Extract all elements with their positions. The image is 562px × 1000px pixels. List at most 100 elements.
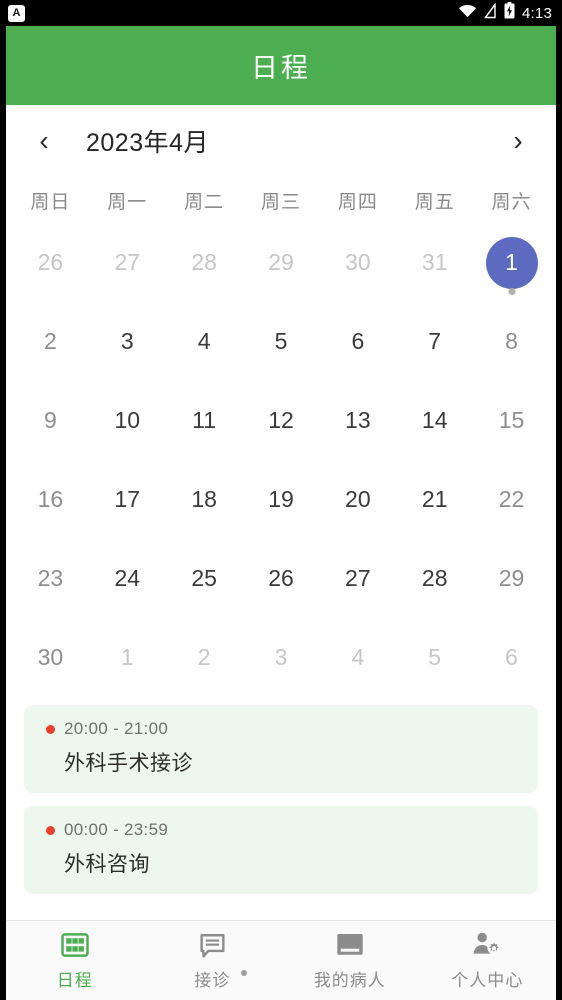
calendar-day-cell[interactable]: 30 (319, 223, 396, 302)
calendar-day-cell[interactable]: 18 (166, 460, 243, 539)
calendar-day-cell[interactable]: 6 (319, 302, 396, 381)
event-title: 外科手术接诊 (64, 752, 193, 775)
calendar-day-number: 6 (505, 644, 518, 670)
event-list: 20:00 - 21:00 外科手术接诊 00:00 - 23:59 外科咨询 (6, 697, 556, 920)
calendar-day-cell[interactable]: 14 (396, 381, 473, 460)
status-bar-right: 4:13 (458, 1, 552, 24)
weekday-label: 周六 (491, 191, 532, 213)
status-bar-clock: 4:13 (522, 4, 552, 22)
calendar-day-cell[interactable]: 28 (166, 223, 243, 302)
bottom-navigation: 日程 接诊 我的病人 个人中心 (6, 920, 556, 1000)
calendar-day-number: 30 (37, 644, 64, 670)
calendar-day-cell[interactable]: 4 (319, 618, 396, 697)
calendar-day-number: 3 (274, 644, 288, 670)
calendar-day-cell[interactable]: 20 (319, 460, 396, 539)
calendar-day-cell[interactable]: 9 (12, 381, 89, 460)
app-header: 日程 (6, 26, 556, 105)
calendar-day-cell[interactable]: 10 (89, 381, 166, 460)
calendar-day-number: 23 (37, 565, 64, 591)
app-notification-icon: A (8, 4, 25, 22)
nav-item-3[interactable]: 我的病人 (281, 921, 419, 1000)
calendar-day-cell[interactable]: 4 (166, 302, 243, 381)
calendar-day-cell[interactable]: 2 (166, 618, 243, 697)
calendar-day-number: 8 (505, 328, 518, 354)
calendar-day-cell[interactable]: 25 (166, 539, 243, 618)
calendar-day-number: 28 (191, 249, 217, 275)
calendar-day-cell[interactable]: 1 (89, 618, 166, 697)
event-status-dot-icon (46, 825, 55, 835)
calendar-day-cell[interactable]: 29 (243, 223, 320, 302)
calendar-day-cell[interactable]: 27 (319, 539, 396, 618)
page-title: 日程 (251, 53, 311, 83)
calendar-day-number: 15 (498, 407, 525, 433)
calendar-day-number: 18 (191, 486, 217, 512)
event-time: 20:00 - 21:00 (64, 719, 169, 738)
calendar-day-number: 29 (268, 249, 294, 275)
calendar-day-cell[interactable]: 1 (473, 223, 550, 302)
calendar-day-number: 3 (120, 328, 134, 354)
prev-month-button[interactable]: ‹ (24, 121, 64, 161)
calendar-day-cell[interactable]: 12 (243, 381, 320, 460)
nav-item-label: 接诊 (194, 971, 231, 990)
nav-item-label: 个人中心 (451, 971, 524, 990)
battery-charging-icon (504, 2, 515, 24)
calendar-day-cell[interactable]: 5 (243, 302, 320, 381)
calendar-day-number: 26 (268, 565, 294, 591)
calendar-day-number: 28 (421, 565, 448, 591)
calendar: ‹ 2023年4月 › 周日 周一 周二 周三 周四 周五 周六 26 27 28 29 30 31 1… (6, 105, 556, 697)
calendar-day-cell[interactable]: 23 (12, 539, 89, 618)
calendar-day-cell[interactable]: 11 (166, 381, 243, 460)
calendar-day-cell[interactable]: 28 (396, 539, 473, 618)
calendar-week-row: 9 10 11 12 13 14 15 (12, 381, 550, 460)
calendar-day-number: 1 (120, 644, 134, 670)
nav-item-2[interactable]: 接诊 (144, 921, 282, 1000)
event-status-dot-icon (46, 724, 55, 734)
calendar-day-cell[interactable]: 21 (396, 460, 473, 539)
calendar-day-cell[interactable]: 3 (89, 302, 166, 381)
weekday-label: 周二 (184, 191, 225, 213)
calendar-day-number: 7 (428, 328, 442, 354)
month-label: 2023年4月 (86, 129, 210, 157)
calendar-day-cell[interactable]: 26 (243, 539, 320, 618)
calendar-day-cell[interactable]: 31 (396, 223, 473, 302)
calendar-day-cell[interactable]: 27 (89, 223, 166, 302)
calendar-day-cell[interactable]: 26 (12, 223, 89, 302)
calendar-day-number: 2 (197, 644, 211, 670)
calendar-day-cell[interactable]: 7 (396, 302, 473, 381)
calendar-day-cell[interactable]: 8 (473, 302, 550, 381)
next-month-button[interactable]: › (498, 121, 538, 161)
calendar-day-cell[interactable]: 13 (319, 381, 396, 460)
calendar-day-cell[interactable]: 16 (12, 460, 89, 539)
calendar-day-cell[interactable]: 19 (243, 460, 320, 539)
calendar-day-cell[interactable]: 3 (243, 618, 320, 697)
phone-screen: A 4:13 日程 ‹ 2023年4月 › 周日 周一 周二 周三 周四 周五 … (0, 0, 562, 1000)
weekday-label: 周日 (30, 191, 71, 213)
calendar-week-row: 16 17 18 19 20 21 22 (12, 460, 550, 539)
calendar-day-number: 20 (345, 486, 371, 512)
nav-item-4[interactable]: 个人中心 (419, 921, 557, 1000)
person-gear-icon (472, 930, 502, 960)
calendar-day-cell[interactable]: 15 (473, 381, 550, 460)
calendar-day-number: 24 (114, 565, 141, 591)
calendar-week-row: 23 24 25 26 27 28 29 (12, 539, 550, 618)
calendar-day-cell[interactable]: 24 (89, 539, 166, 618)
wifi-icon (458, 4, 477, 23)
calendar-day-number: 30 (345, 249, 371, 275)
calendar-day-cell[interactable]: 2 (12, 302, 89, 381)
patient-book-icon (335, 930, 365, 960)
nav-item-label: 日程 (56, 971, 93, 990)
calendar-day-number: 16 (37, 486, 64, 512)
event-card[interactable]: 20:00 - 21:00 外科手术接诊 (24, 705, 538, 793)
event-time: 00:00 - 23:59 (64, 820, 169, 839)
calendar-day-cell[interactable]: 30 (12, 618, 89, 697)
calendar-day-cell[interactable]: 6 (473, 618, 550, 697)
nav-item-1[interactable]: 日程 (6, 921, 144, 1000)
calendar-day-number: 22 (498, 486, 525, 512)
app-frame: 日程 ‹ 2023年4月 › 周日 周一 周二 周三 周四 周五 周六 26 27 28 29 30… (6, 26, 556, 1000)
calendar-day-cell[interactable]: 22 (473, 460, 550, 539)
calendar-day-cell[interactable]: 29 (473, 539, 550, 618)
calendar-day-cell[interactable]: 5 (396, 618, 473, 697)
event-card[interactable]: 00:00 - 23:59 外科咨询 (24, 806, 538, 894)
calendar-day-number: 25 (191, 565, 217, 591)
calendar-day-cell[interactable]: 17 (89, 460, 166, 539)
